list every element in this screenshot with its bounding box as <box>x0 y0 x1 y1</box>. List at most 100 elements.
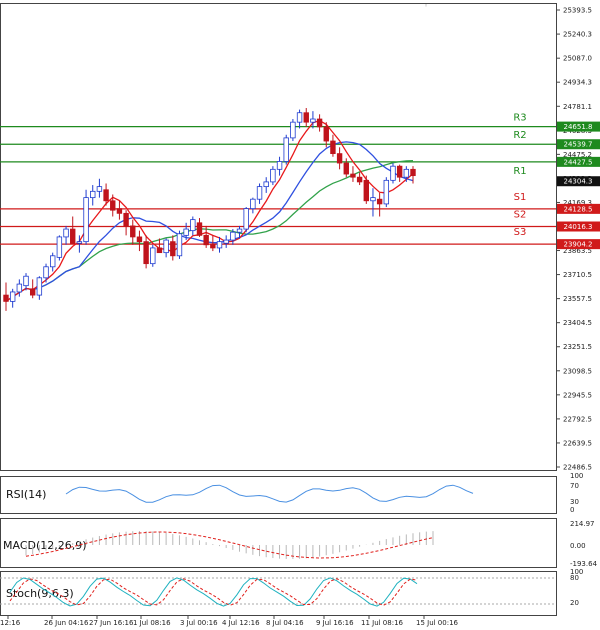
candle-body <box>29 288 36 296</box>
candle-body <box>323 126 329 142</box>
macd-tick-label: 0.00 <box>570 542 586 550</box>
price-tick-label: 22639.5 <box>563 439 592 447</box>
time-tick-label: 9 Jul 16:16 <box>316 619 354 627</box>
rsi-tick-label: 30 <box>570 498 579 506</box>
price-tick-label: 25240.3 <box>563 31 592 39</box>
rsi-name: RSI(14) <box>6 488 46 501</box>
time-tick-label: 12:16 <box>0 619 21 627</box>
candle-body <box>236 228 243 233</box>
level-tag-label: 23904.2 <box>564 241 593 249</box>
level-name-s1: S1 <box>514 192 527 203</box>
candle-body <box>310 118 316 123</box>
time-tick-label: 11 Jul 08:16 <box>361 619 404 627</box>
level-name-r2: R2 <box>513 130 526 141</box>
level-tag-label: 24427.5 <box>564 158 593 166</box>
candle-body <box>130 225 136 238</box>
ma-mid-line <box>5 141 414 302</box>
candle-body <box>156 247 163 254</box>
candle-body <box>76 241 83 244</box>
candle-body <box>203 234 209 246</box>
candle-body <box>230 231 236 241</box>
candle-body <box>390 165 396 181</box>
candle-body <box>403 168 410 178</box>
candle-body <box>263 181 269 188</box>
macd-tick-label: -193.64 <box>570 560 598 568</box>
candle-body <box>223 239 229 244</box>
candle-body <box>3 294 9 302</box>
stoch-tick-label: 80 <box>570 574 579 582</box>
level-name-s3: S3 <box>514 227 527 238</box>
candle-body <box>36 277 43 296</box>
candle-body <box>330 140 336 155</box>
candle-body <box>70 228 76 244</box>
candle-body <box>170 241 176 257</box>
candle-body <box>270 168 276 183</box>
price-tick-label: 23098.5 <box>563 367 592 375</box>
candle-body <box>143 241 149 265</box>
candle-body <box>283 137 289 162</box>
price-tick-label: 24934.3 <box>563 79 592 87</box>
candle-body <box>63 228 69 238</box>
candle-body <box>50 255 56 268</box>
candle-body <box>150 247 156 265</box>
candle-body <box>350 173 356 178</box>
candle-body <box>183 228 189 236</box>
rsi-tick-label: 100 <box>570 472 583 480</box>
time-tick-label: 3 Jul 00:16 <box>180 619 218 627</box>
candle-body <box>396 165 403 178</box>
current-price-label: 24304.3 <box>564 178 593 186</box>
candle-body <box>276 161 283 170</box>
candle-body <box>176 233 183 257</box>
level-tag-label: 24016.3 <box>564 223 593 231</box>
macd-tick-label: 214.97 <box>570 520 595 528</box>
rsi-tick-label: 70 <box>570 482 579 490</box>
level-name-r3: R3 <box>513 113 526 124</box>
candle-body <box>56 236 63 258</box>
candle-body <box>136 236 143 243</box>
level-name-r1: R1 <box>513 166 526 177</box>
price-tick-label: 23557.5 <box>563 295 592 303</box>
candle-body <box>316 118 323 128</box>
candle-body <box>90 190 96 199</box>
candle-body <box>103 189 109 202</box>
price-tick-label: 22792.5 <box>563 415 592 423</box>
candle-body <box>243 208 249 230</box>
candle-body <box>370 197 376 202</box>
candle-body <box>210 244 216 249</box>
candle-body <box>43 266 49 279</box>
candle-body <box>376 198 383 205</box>
level-name-s2: S2 <box>514 210 527 221</box>
candle-body <box>290 121 296 139</box>
time-tick-label: 1 Jul 08:16 <box>133 619 171 627</box>
price-tick-label: 23404.5 <box>563 319 592 327</box>
candle-body <box>296 112 303 123</box>
candle-body <box>190 219 196 232</box>
price-tick-label: 25393.5 <box>563 7 592 15</box>
price-tick-label: 25087.0 <box>563 55 592 63</box>
rsi-line <box>65 484 474 503</box>
candle-body <box>9 291 16 302</box>
candle-body <box>343 162 349 175</box>
price-tick-label: 22486.5 <box>563 464 592 472</box>
candle-body <box>216 241 223 249</box>
time-tick-label: 4 Jul 12:16 <box>222 619 260 627</box>
candle-body <box>336 153 343 164</box>
candle-body <box>363 179 369 202</box>
price-tick-label: 23251.5 <box>563 343 592 351</box>
chart-canvas: ◦ 25393.525240.325087.024934.324781.1246… <box>0 2 600 627</box>
candle-body <box>96 186 103 192</box>
level-tag-label: 24128.5 <box>564 205 593 213</box>
candle-body <box>163 239 169 254</box>
indicator-pane-frame-1 <box>0 476 557 514</box>
price-tick-label: 24781.1 <box>563 103 592 111</box>
time-tick-label: 8 Jul 04:16 <box>266 619 304 627</box>
candle-body <box>116 208 123 214</box>
macd-name: MACD(12,26,9) <box>3 539 87 552</box>
candle-body <box>16 283 23 293</box>
candle-body <box>110 200 116 211</box>
time-tick-label: 15 Jul 00:16 <box>416 619 459 627</box>
price-tick-label: 23710.5 <box>563 271 592 279</box>
ma-fast-line <box>5 119 414 302</box>
stoch-name: Stoch(9,6,3) <box>6 587 74 600</box>
candle-body <box>383 179 390 205</box>
